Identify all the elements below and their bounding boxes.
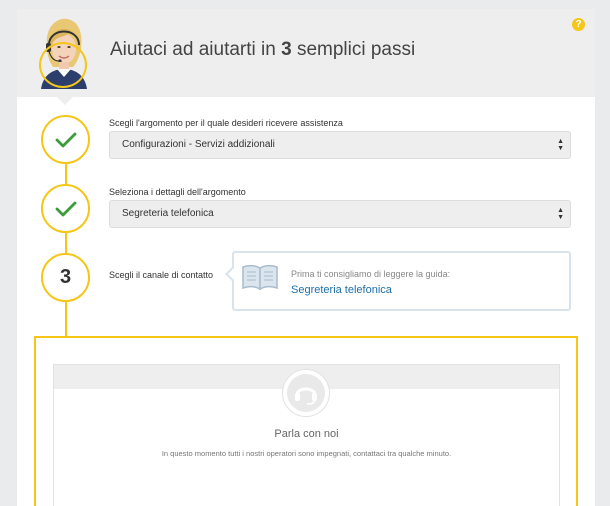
header-pointer xyxy=(57,97,73,105)
step-1-label: Scegli l'argomento per il quale desideri… xyxy=(109,118,343,128)
chat-title: Parla con noi xyxy=(274,428,339,440)
checkmark-icon xyxy=(55,201,76,216)
page-title: Aiutaci ad aiutarti in 3 semplici passi xyxy=(110,39,416,60)
guide-intro-text: Prima ti consigliamo di leggere la guida… xyxy=(291,269,451,279)
checkmark-icon xyxy=(55,132,76,147)
help-icon[interactable]: ? xyxy=(572,18,585,31)
headset-icon xyxy=(295,387,317,405)
guide-link[interactable]: Segreteria telefonica xyxy=(291,284,392,296)
guide-suggestion: Prima ti consigliamo di leggere la guida… xyxy=(225,251,571,311)
chat-box: Parla con noi In questo momento tutti i … xyxy=(53,364,560,506)
step-1-indicator xyxy=(41,115,90,164)
book-icon xyxy=(242,264,278,291)
step-3-indicator: 3 xyxy=(41,253,90,302)
select-arrows-icon: ▲ ▼ xyxy=(557,207,564,221)
topic-select-value: Configurazioni - Servizi addizionali xyxy=(122,139,275,150)
step-3-label: Scegli il canale di contatto xyxy=(109,270,214,280)
chat-icon-circle xyxy=(282,369,330,417)
details-select-value: Segreteria telefonica xyxy=(122,208,214,219)
support-wizard-card: ? Aiutaci ad aiutarti in 3 semplici pass… xyxy=(17,9,595,506)
select-arrows-icon: ▲ ▼ xyxy=(557,138,564,152)
chat-unavailable-message: In questo momento tutti i nostri operato… xyxy=(161,449,452,458)
contact-channel-panel: Parla con noi In questo momento tutti i … xyxy=(34,336,578,506)
step-2-indicator xyxy=(41,184,90,233)
topic-select[interactable]: Configurazioni - Servizi addizionali ▲ ▼ xyxy=(109,131,571,159)
step-3-number: 3 xyxy=(59,266,72,288)
step-2-label: Seleziona i dettagli dell'argomento xyxy=(109,187,246,197)
title-step-count: 3 xyxy=(281,39,292,60)
details-select[interactable]: Segreteria telefonica ▲ ▼ xyxy=(109,200,571,228)
avatar-ring xyxy=(39,42,87,88)
timeline-line xyxy=(65,133,67,341)
wizard-header: ? Aiutaci ad aiutarti in 3 semplici pass… xyxy=(17,9,595,97)
